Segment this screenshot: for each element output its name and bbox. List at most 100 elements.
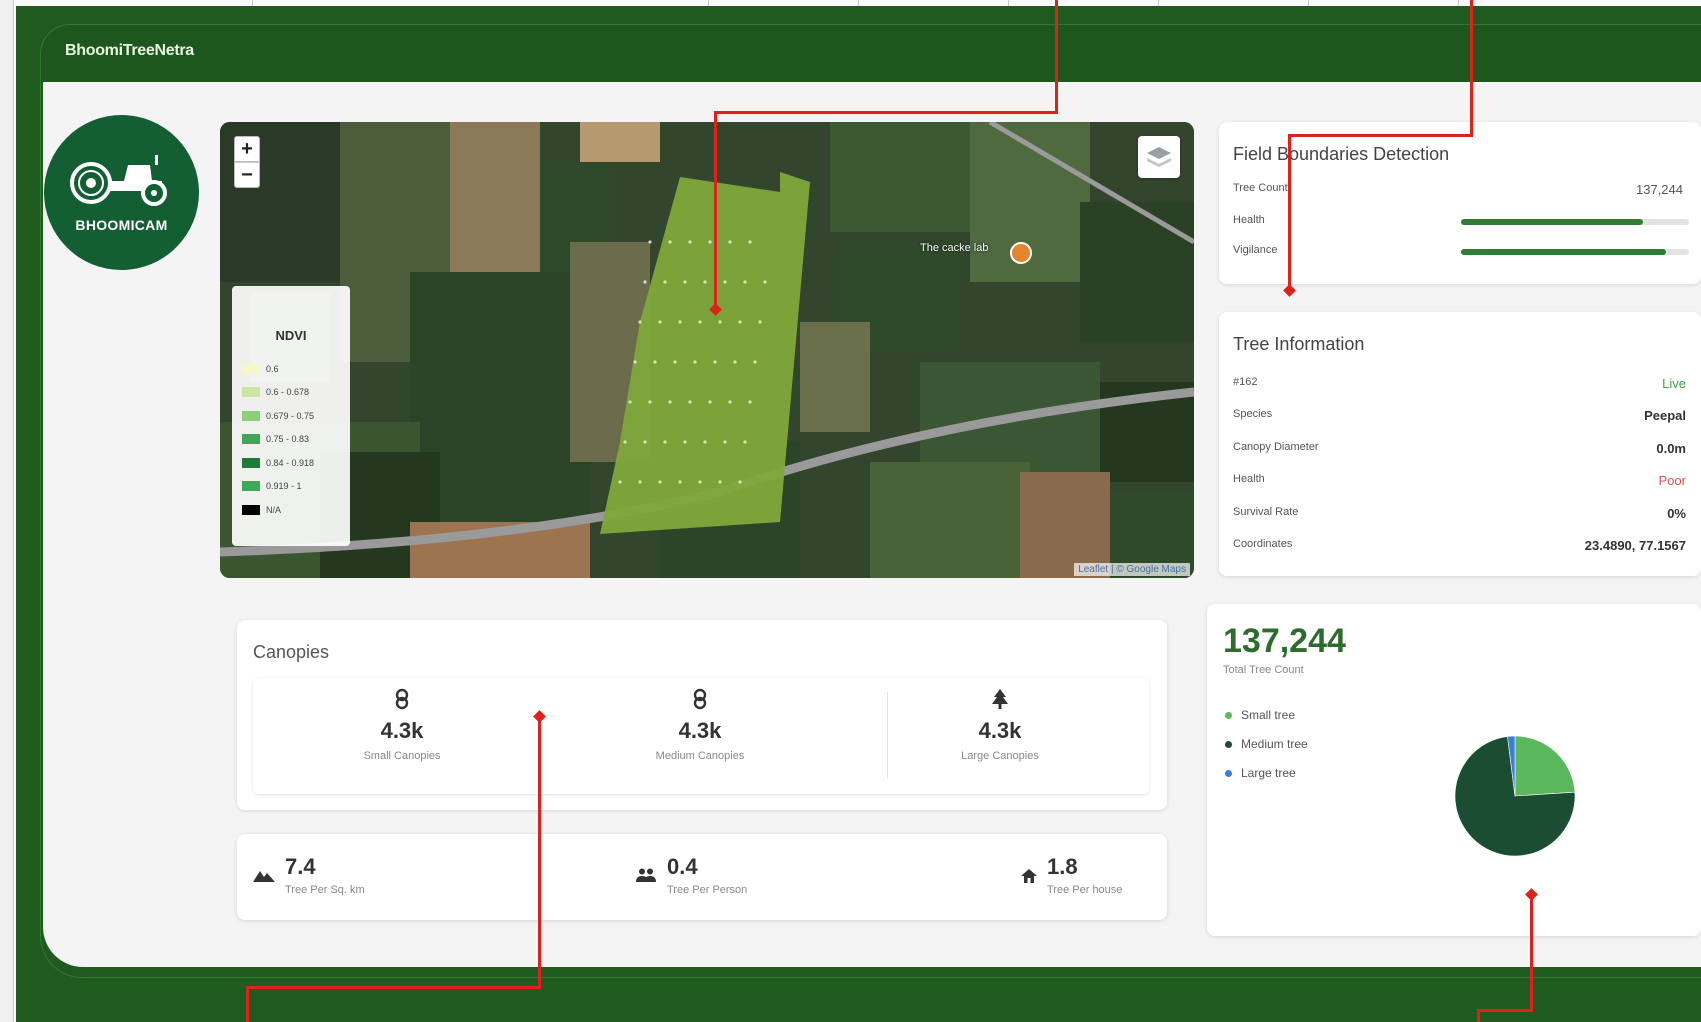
info-row-canopy-diameter: Canopy Diameter 0.0m <box>1233 441 1686 456</box>
app-header: BhoomiTreeNetra <box>40 24 1701 82</box>
canopies-panel: 4.3k Small Canopies 4.3k Medium Canopies… <box>253 678 1149 794</box>
legend-swatch <box>242 481 260 492</box>
legend-item: 0.919 - 1 <box>242 475 340 499</box>
tree-count-value: 137,244 <box>1636 182 1683 197</box>
legend-swatch <box>242 410 260 421</box>
tractor-icon <box>70 155 167 206</box>
app-title: BhoomiTreeNetra <box>65 42 194 59</box>
annotation-line <box>246 986 541 989</box>
tree-per-person-block: 0.4 Tree Per Person <box>667 854 747 896</box>
info-row-health: Health Poor <box>1233 473 1686 488</box>
coordinates-value: 23.4890, 77.1567 <box>1584 538 1686 553</box>
tree-per-house-label: Tree Per house <box>1047 884 1123 896</box>
poi-label: The cacke lab <box>920 242 989 254</box>
legend-item: 0.679 - 0.75 <box>242 404 340 428</box>
legend-item: 0.6 - 0.678 <box>242 381 340 405</box>
info-row-id: #162 Live <box>1233 376 1686 391</box>
tree-count-row: Tree Count 137,244 <box>1233 182 1683 197</box>
tree-size-pie-chart <box>1454 735 1576 857</box>
legend-title: NDVI <box>275 328 307 343</box>
vigilance-bar <box>1461 249 1689 255</box>
health-row: Health <box>1233 214 1689 226</box>
poi-pin-icon[interactable] <box>1010 242 1032 264</box>
large-tree-icon <box>851 688 1149 714</box>
legend-label: Small tree <box>1241 708 1296 722</box>
tree-id-label: #162 <box>1233 376 1258 388</box>
satellite-imagery <box>220 122 1194 578</box>
total-tree-count-card: 137,244 Total Tree Count Small tree Medi… <box>1207 604 1701 936</box>
medium-canopies-value: 4.3k <box>678 718 722 743</box>
annotation-line <box>1477 1009 1480 1022</box>
health-bar <box>1461 219 1689 225</box>
legend-label: Large tree <box>1241 766 1296 780</box>
legend-label: 0.84 - 0.918 <box>266 457 315 468</box>
medium-canopies-label: Medium Canopies <box>655 750 745 762</box>
legend-swatch <box>242 457 260 468</box>
canopies-title: Canopies <box>253 642 330 662</box>
tree-information-card: Tree Information #162 Live Species Peepa… <box>1219 312 1701 576</box>
legend-swatch <box>242 387 260 398</box>
zoom-in-button[interactable]: + <box>234 136 260 162</box>
species-value: Peepal <box>1644 408 1686 423</box>
tree-per-person-value: 0.4 <box>667 854 698 879</box>
legend-item: N/A <box>242 498 340 522</box>
legend-label: 0.919 - 1 <box>266 481 302 492</box>
annotation-line <box>714 111 1058 114</box>
annotation-line <box>1288 134 1291 291</box>
medium-tree-icon <box>551 688 849 714</box>
large-canopies: 4.3k Large Canopies <box>851 688 1149 762</box>
annotation-line <box>714 111 717 310</box>
pie-legend-medium[interactable]: Medium tree <box>1225 737 1308 751</box>
health-label: Health <box>1233 214 1265 226</box>
survival-rate-label: Survival Rate <box>1233 506 1299 518</box>
tree-per-sq-km-block: 7.4 Tree Per Sq. km <box>285 854 365 896</box>
legend-item: 0.6 <box>242 357 340 381</box>
logo-text: BHOOMICAM <box>75 217 168 233</box>
ndvi-map[interactable]: + − The cacke lab NDVI 0.6 0.6 - 0.678 0… <box>220 122 1194 578</box>
people-icon <box>635 868 657 887</box>
health-label: Health <box>1233 473 1265 485</box>
legend-dot <box>1225 740 1232 748</box>
tree-density-card: 7.4 Tree Per Sq. km 0.4 Tree Per Person … <box>237 834 1167 920</box>
legend-item: 0.84 - 0.918 <box>242 451 340 475</box>
ndvi-legend: NDVI 0.6 0.6 - 0.678 0.679 - 0.75 0.75 -… <box>232 286 350 546</box>
legend-swatch <box>242 434 260 445</box>
pie-legend-large[interactable]: Large tree <box>1225 766 1296 780</box>
coordinates-label: Coordinates <box>1233 538 1293 550</box>
house-icon <box>1021 868 1037 889</box>
tree-count-label: Tree Count <box>1233 182 1288 194</box>
field-boundaries-card: Field Boundaries Detection Tree Count 13… <box>1219 122 1701 284</box>
layers-button[interactable] <box>1138 136 1180 178</box>
info-row-species: Species Peepal <box>1233 408 1686 423</box>
tree-per-sq-km-label: Tree Per Sq. km <box>285 884 365 896</box>
tree-information-title: Tree Information <box>1233 334 1365 354</box>
tree-per-person: 0.4 Tree Per Person <box>635 854 747 896</box>
bhoomicam-logo[interactable]: BHOOMICAM <box>44 115 199 270</box>
tree-per-house-block: 1.8 Tree Per house <box>1047 854 1122 896</box>
large-canopies-value: 4.3k <box>978 718 1022 743</box>
pie-legend-small[interactable]: Small tree <box>1225 708 1295 722</box>
health-value: Poor <box>1658 473 1686 488</box>
annotation-line <box>1055 0 1058 113</box>
pie-slice-small-tree[interactable] <box>1514 735 1576 797</box>
legend-swatch <box>242 363 260 374</box>
tree-per-house-value: 1.8 <box>1047 854 1078 879</box>
zoom-out-button[interactable]: − <box>234 162 260 188</box>
canopies-card: Canopies 4.3k Small Canopies 4.3k Medium… <box>237 620 1167 810</box>
row-header-strip <box>0 0 14 1022</box>
legend-swatch <box>242 504 260 515</box>
annotation-line <box>1530 894 1533 1012</box>
annotation-line <box>1477 1009 1533 1012</box>
vigilance-label: Vigilance <box>1233 244 1278 256</box>
total-tree-count-label: Total Tree Count <box>1223 664 1304 676</box>
vigilance-bar-fill <box>1461 249 1667 255</box>
tree-per-sq-km: 7.4 Tree Per Sq. km <box>253 854 365 896</box>
small-tree-icon <box>253 688 551 714</box>
tree-status-value: Live <box>1662 376 1686 391</box>
annotation-line <box>246 986 249 1022</box>
field-boundaries-title: Field Boundaries Detection <box>1233 144 1450 164</box>
map-attribution[interactable]: Leaflet | © Google Maps <box>1074 563 1190 576</box>
legend-label: Medium tree <box>1241 737 1308 751</box>
legend-dot <box>1225 769 1232 777</box>
health-bar-fill <box>1461 219 1644 225</box>
